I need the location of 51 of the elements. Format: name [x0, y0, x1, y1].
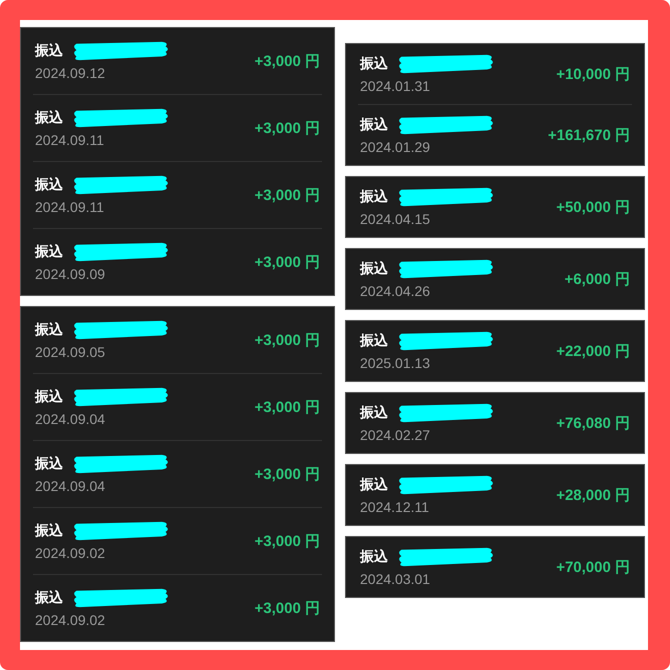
- transaction-date: 2024.01.31: [360, 78, 432, 94]
- transaction-date: 2024.04.15: [360, 211, 432, 227]
- transaction-date: 2024.09.12: [35, 65, 106, 81]
- transaction-amount: +3,000 円: [254, 252, 320, 272]
- transaction-type: 振込: [35, 388, 63, 406]
- transaction-amount: +50,000 円: [556, 198, 630, 216]
- transaction-amount: +28,000 円: [556, 486, 630, 504]
- transaction-type: 振込: [360, 404, 388, 422]
- transaction-amount: +3,000 円: [254, 598, 320, 618]
- transaction-type: 振込: [35, 522, 63, 540]
- transaction-type: 振込: [360, 332, 388, 350]
- transaction-type: 振込: [35, 321, 63, 339]
- transaction-amount: +3,000 円: [254, 464, 320, 484]
- transaction-type: 振込: [360, 548, 388, 566]
- transaction-date: 2024.09.05: [35, 344, 106, 360]
- transaction-date: 2024.09.04: [35, 411, 106, 427]
- transaction-amount: +3,000 円: [254, 330, 320, 350]
- transaction-date: 2024.09.11: [35, 199, 106, 215]
- transaction-type: 振込: [360, 260, 388, 278]
- transaction-type: 振込: [35, 455, 63, 473]
- transaction-type: 振込: [35, 176, 63, 194]
- transaction-date: 2024.04.26: [360, 283, 432, 299]
- transaction-type: 振込: [35, 42, 63, 60]
- transaction-type: 振込: [360, 116, 388, 134]
- transaction-date: 2025.01.13: [360, 355, 432, 371]
- transaction-date: 2024.02.27: [360, 427, 432, 443]
- transaction-date: 2024.09.11: [35, 132, 106, 148]
- transaction-type: 振込: [360, 476, 388, 494]
- transaction-amount: +3,000 円: [254, 186, 320, 204]
- transaction-amount: +10,000 円: [556, 64, 630, 84]
- transaction-date: 2024.01.29: [360, 139, 432, 155]
- transaction-date: 2024.09.02: [35, 612, 106, 628]
- transaction-amount: +3,000 円: [254, 398, 320, 416]
- transaction-type: 振込: [35, 243, 63, 261]
- transaction-amount: +22,000 円: [556, 342, 630, 360]
- transaction-date: 2024.12.11: [360, 499, 430, 515]
- transaction-type: 振込: [35, 589, 63, 607]
- transaction-amount: +3,000 円: [254, 532, 320, 550]
- transaction-amount: +3,000 円: [254, 52, 320, 70]
- transaction-amount: +76,080 円: [556, 414, 630, 432]
- transaction-date: 2024.09.02: [35, 545, 106, 561]
- transaction-date: 2024.09.04: [35, 478, 106, 494]
- transaction-type: 振込: [360, 188, 388, 206]
- transaction-type: 振込: [360, 55, 388, 73]
- transaction-date: 2024.09.09: [35, 266, 106, 282]
- transaction-amount: +3,000 円: [254, 118, 320, 138]
- transaction-amount: +70,000 円: [556, 558, 630, 576]
- transaction-type: 振込: [35, 109, 63, 127]
- transaction-amount: +161,670 円: [548, 126, 630, 144]
- transaction-date: 2024.03.01: [360, 571, 432, 587]
- transaction-amount: +6,000 円: [564, 270, 630, 288]
